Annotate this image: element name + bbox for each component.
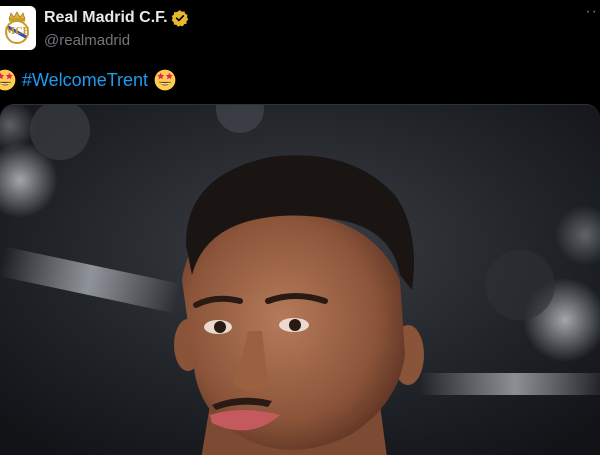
more-options-icon[interactable]: ·· <box>585 4 598 20</box>
player-portrait-photo <box>0 105 600 455</box>
account-handle[interactable]: @realmadrid <box>44 31 130 51</box>
tweet-text: #WelcomeTrent <box>0 68 176 92</box>
display-name[interactable]: Real Madrid C.F. <box>44 8 168 28</box>
tweet-card: MCF Real Madrid C.F. @realmadrid ·· #Wel… <box>0 0 600 455</box>
hashtag-link[interactable]: #WelcomeTrent <box>22 69 148 91</box>
verified-gold-badge-icon <box>171 10 189 27</box>
avatar[interactable]: MCF <box>0 6 36 50</box>
star-struck-emoji-icon <box>0 69 16 91</box>
tweet-media-photo[interactable] <box>0 104 600 455</box>
svg-text:MCF: MCF <box>5 27 29 37</box>
real-madrid-crest-icon: MCF <box>5 11 29 44</box>
star-struck-emoji-icon <box>154 69 176 91</box>
